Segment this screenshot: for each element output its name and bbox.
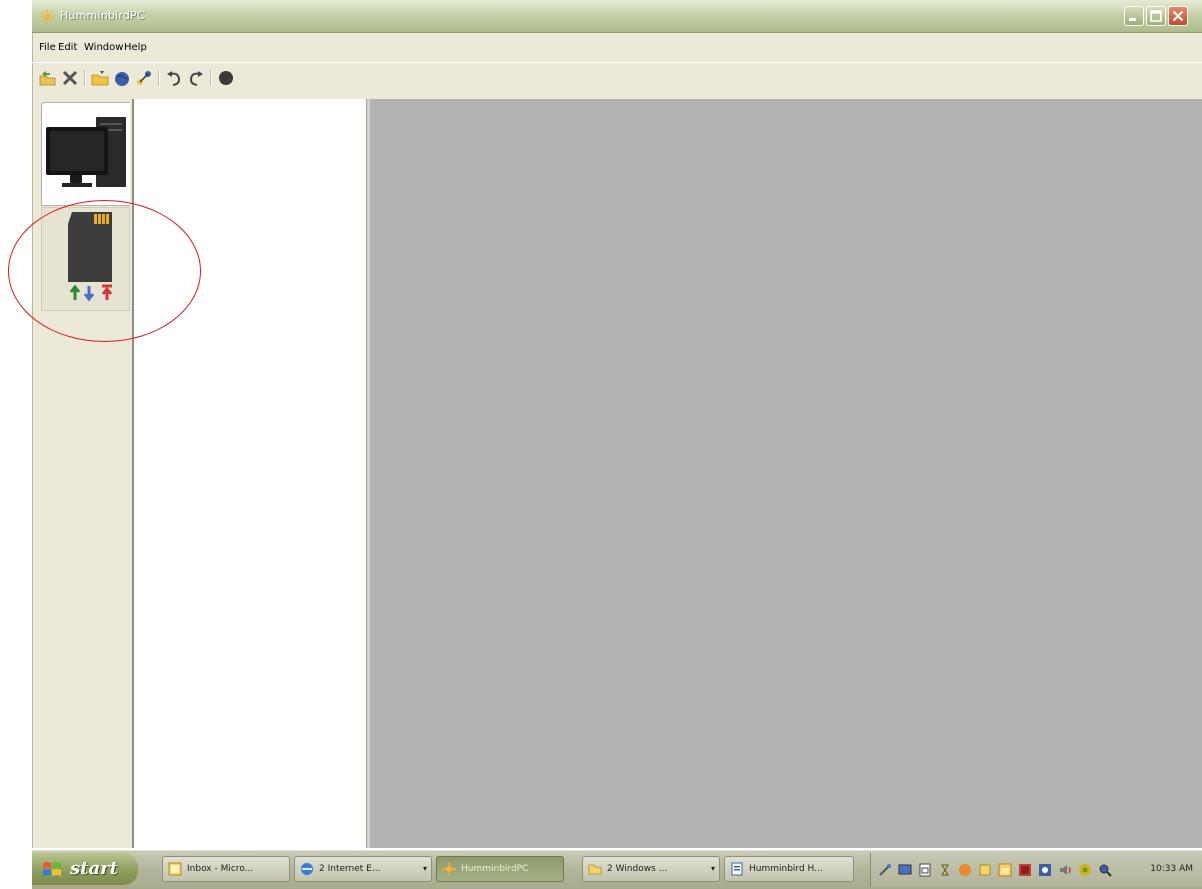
toolbar (32, 62, 1202, 93)
taskbar: start Inbox - Micro... 2 Internet E... ▾… (32, 850, 1202, 889)
antivirus-icon[interactable] (1037, 862, 1053, 878)
windows-logo-icon (43, 862, 61, 876)
title-bar[interactable]: HumminbirdPC (32, 0, 1202, 33)
open-folder-icon[interactable] (38, 68, 58, 88)
minimize-button[interactable] (1124, 6, 1144, 26)
menu-edit[interactable]: Edit (58, 42, 77, 53)
device-tab-strip (37, 99, 134, 848)
globe-icon[interactable] (112, 68, 132, 88)
workspace-area (370, 99, 1202, 848)
menu-file[interactable]: File (39, 42, 56, 53)
humminbird-icon (442, 862, 456, 876)
app-window: HumminbirdPC File Edit Window Help (32, 0, 1202, 848)
taskbar-button-windows-explorer[interactable]: 2 Windows ... ▾ (582, 856, 720, 882)
taskbar-button-label: 2 Internet E... (319, 864, 381, 874)
folder-open-icon[interactable] (90, 68, 110, 88)
start-label: start (70, 858, 118, 879)
folder-icon (588, 864, 602, 875)
computer-monitor-icon (46, 117, 126, 187)
taskbar-button-label: 2 Windows ... (607, 864, 668, 874)
taskbar-button-inbox[interactable]: Inbox - Micro... (162, 856, 290, 882)
window-title: HumminbirdPC (60, 9, 145, 22)
humminbird-app-icon (40, 9, 55, 24)
network-icon[interactable] (877, 862, 893, 878)
taskbar-button-humminbird-help[interactable]: Humminbird H... (724, 856, 854, 882)
outlook-tray-icon[interactable] (977, 862, 993, 878)
minimize-icon (1129, 18, 1136, 21)
start-button[interactable]: start (32, 853, 138, 885)
tab-pc[interactable] (41, 102, 130, 206)
sd-card-transfer-icon (68, 212, 113, 302)
system-tray: 10:33 AM (870, 853, 1202, 887)
taskbar-clock[interactable]: 10:33 AM (1150, 864, 1193, 874)
toolbar-separator (158, 70, 160, 86)
tab-sd-card[interactable] (41, 207, 130, 311)
taskbar-button-internet-explorer[interactable]: 2 Internet E... ▾ (294, 856, 432, 882)
taskbar-button-label: HumminbirdPC (461, 864, 529, 874)
toolbar-separator (210, 70, 212, 86)
display-icon[interactable] (897, 862, 913, 878)
menu-window[interactable]: Window (84, 42, 123, 53)
internet-explorer-icon (301, 863, 313, 875)
outlook-icon (168, 862, 182, 876)
volume-icon[interactable] (957, 862, 973, 878)
undo-icon[interactable] (164, 68, 184, 88)
redo-icon[interactable] (186, 68, 206, 88)
security-icon[interactable] (1017, 862, 1033, 878)
group-arrow-icon: ▾ (710, 864, 715, 873)
search-icon[interactable] (1097, 862, 1113, 878)
maximize-button[interactable] (1146, 6, 1166, 26)
route-icon[interactable] (134, 68, 154, 88)
delete-x-icon[interactable] (60, 68, 80, 88)
calendar-icon[interactable] (997, 862, 1013, 878)
toolbar-separator (84, 70, 86, 86)
speaker-icon[interactable] (1057, 862, 1073, 878)
record-stop-icon[interactable] (216, 68, 236, 88)
wireless-icon[interactable] (1077, 862, 1093, 878)
taskbar-button-label: Inbox - Micro... (187, 864, 254, 874)
close-button[interactable] (1168, 6, 1188, 26)
taskbar-button-label: Humminbird H... (749, 864, 823, 874)
navigation-panel (134, 99, 366, 848)
menu-help[interactable]: Help (124, 42, 147, 53)
close-icon (1172, 10, 1184, 22)
group-arrow-icon: ▾ (422, 864, 427, 873)
document-icon (731, 862, 743, 876)
hourglass-icon[interactable] (937, 862, 953, 878)
clipboard-icon[interactable] (917, 862, 933, 878)
menu-bar: File Edit Window Help (32, 38, 1202, 58)
taskbar-button-humminbirdpc[interactable]: HumminbirdPC (436, 856, 564, 882)
maximize-icon (1150, 10, 1162, 22)
